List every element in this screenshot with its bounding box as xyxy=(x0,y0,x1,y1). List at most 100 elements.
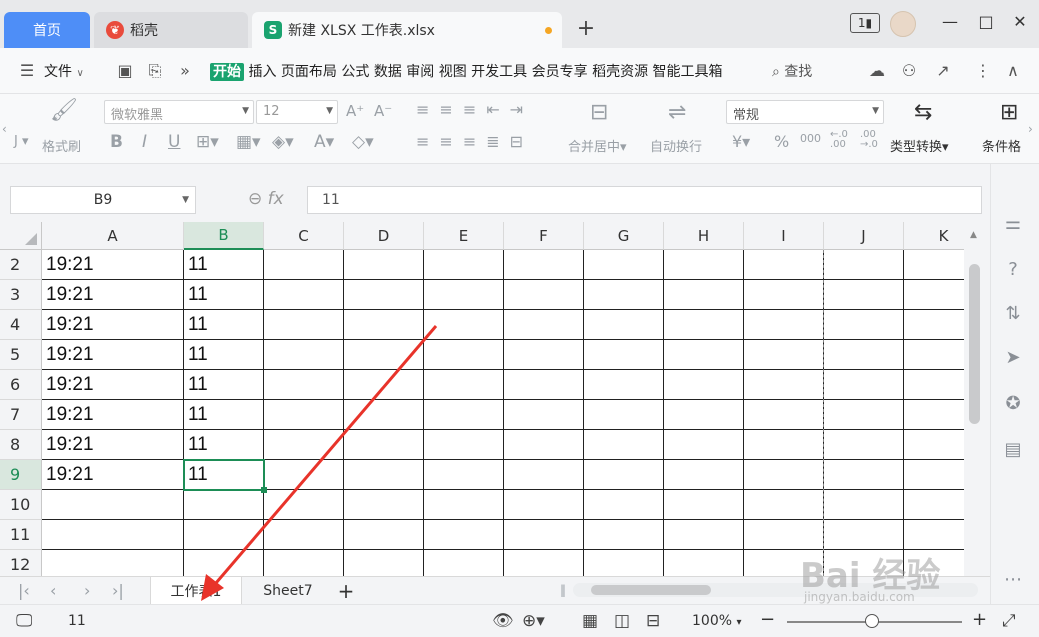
font-color-icon[interactable]: A▾ xyxy=(314,132,334,152)
search-button[interactable]: ⌕ 查找 xyxy=(772,61,812,81)
row-header[interactable]: 9 xyxy=(0,460,42,490)
cell-h7[interactable] xyxy=(664,400,744,430)
cell-k3[interactable] xyxy=(904,280,964,310)
vertical-scroll-thumb[interactable] xyxy=(969,264,980,424)
cell-d2[interactable] xyxy=(344,250,424,280)
vertical-scrollbar[interactable]: ▲ xyxy=(964,222,986,576)
cell-b8[interactable]: 11 xyxy=(184,430,264,460)
cell-g6[interactable] xyxy=(584,370,664,400)
cell-k7[interactable] xyxy=(904,400,964,430)
number-format-select[interactable]: 常规 ▼ xyxy=(726,100,884,124)
wrap-text-label[interactable]: 自动换行 xyxy=(650,136,702,155)
cell-i9[interactable] xyxy=(744,460,824,490)
cell-g9[interactable] xyxy=(584,460,664,490)
sheet-tab-sheet7[interactable]: Sheet7 xyxy=(248,577,328,605)
lightbulb-icon[interactable]: ✪ xyxy=(1001,392,1025,416)
cell-h10[interactable] xyxy=(664,490,744,520)
cell-e8[interactable] xyxy=(424,430,504,460)
column-header-i[interactable]: I xyxy=(744,222,824,250)
cell-d4[interactable] xyxy=(344,310,424,340)
column-header-f[interactable]: F xyxy=(504,222,584,250)
cell-g10[interactable] xyxy=(584,490,664,520)
cell-g11[interactable] xyxy=(584,520,664,550)
sheet-tab-1[interactable]: 工作表1 xyxy=(150,577,242,605)
column-header-j[interactable]: J xyxy=(824,222,904,250)
column-header-g[interactable]: G xyxy=(584,222,664,250)
more-chevron-icon[interactable]: » xyxy=(174,60,196,82)
ribbon-scroll-left-icon[interactable]: ‹ xyxy=(2,122,7,136)
type-convert-button[interactable]: 类型转换▾ xyxy=(890,136,949,155)
cell-g5[interactable] xyxy=(584,340,664,370)
cell-g7[interactable] xyxy=(584,400,664,430)
cell-b4[interactable]: 11 xyxy=(184,310,264,340)
cell-h5[interactable] xyxy=(664,340,744,370)
scroll-up-icon[interactable]: ▲ xyxy=(970,230,977,240)
vertical-align-icons[interactable]: ≡≡≡⇤⇥ xyxy=(416,100,533,119)
cell-d5[interactable] xyxy=(344,340,424,370)
save-icon[interactable]: ▣ xyxy=(114,60,136,82)
cell-c11[interactable] xyxy=(264,520,344,550)
ribbon-scroll-right-icon[interactable]: › xyxy=(1028,122,1033,136)
cell-a4[interactable]: 19:21 xyxy=(42,310,184,340)
cell-i10[interactable] xyxy=(744,490,824,520)
fullscreen-icon[interactable]: ⤢ xyxy=(1002,611,1016,631)
cell-f11[interactable] xyxy=(504,520,584,550)
help-icon[interactable]: ? xyxy=(1001,258,1025,282)
conditional-format-icon[interactable]: ⊞ xyxy=(1000,100,1018,125)
cell-c4[interactable] xyxy=(264,310,344,340)
cell-f9[interactable] xyxy=(504,460,584,490)
tab-start[interactable]: 开始 xyxy=(210,63,244,81)
cell-d10[interactable] xyxy=(344,490,424,520)
cell-h8[interactable] xyxy=(664,430,744,460)
cell-j6[interactable] xyxy=(824,370,904,400)
cell-f5[interactable] xyxy=(504,340,584,370)
cell-k9[interactable] xyxy=(904,460,964,490)
cell-c7[interactable] xyxy=(264,400,344,430)
cell-a2[interactable]: 19:21 xyxy=(42,250,184,280)
cell-h3[interactable] xyxy=(664,280,744,310)
tab-member[interactable]: 会员专享 xyxy=(532,64,588,80)
currency-icon[interactable]: ¥▾ xyxy=(732,132,750,151)
cell-f6[interactable] xyxy=(504,370,584,400)
tab-daoke-resources[interactable]: 稻壳资源 xyxy=(592,64,648,80)
cell-j11[interactable] xyxy=(824,520,904,550)
tab-data[interactable]: 数据 xyxy=(374,64,402,80)
cell-h11[interactable] xyxy=(664,520,744,550)
cell-b11[interactable] xyxy=(184,520,264,550)
avatar[interactable] xyxy=(890,11,916,37)
zoom-in-icon[interactable]: + xyxy=(972,609,987,630)
italic-icon[interactable]: I xyxy=(142,132,147,152)
cell-e4[interactable] xyxy=(424,310,504,340)
column-header-b[interactable]: B xyxy=(184,222,264,250)
tab-review[interactable]: 审阅 xyxy=(406,64,434,80)
cell-b2[interactable]: 11 xyxy=(184,250,264,280)
zoom-formula-icon[interactable]: ⊖ xyxy=(248,189,262,209)
cell-g4[interactable] xyxy=(584,310,664,340)
cell-c5[interactable] xyxy=(264,340,344,370)
cell-f2[interactable] xyxy=(504,250,584,280)
font-name-select[interactable]: 微软雅黑 ▼ xyxy=(104,100,254,124)
cell-a5[interactable]: 19:21 xyxy=(42,340,184,370)
cell-c10[interactable] xyxy=(264,490,344,520)
cell-c12[interactable] xyxy=(264,550,344,576)
freeze-panes-icon[interactable]: ⊕▾ xyxy=(522,611,545,631)
cell-a6[interactable]: 19:21 xyxy=(42,370,184,400)
new-tab-plus-icon[interactable]: + xyxy=(575,18,597,40)
font-shrink-icon[interactable]: A⁻ xyxy=(374,102,392,120)
cell-e9[interactable] xyxy=(424,460,504,490)
cell-d11[interactable] xyxy=(344,520,424,550)
row-header[interactable]: 10 xyxy=(0,490,42,520)
row-header[interactable]: 6 xyxy=(0,370,42,400)
maximize-icon[interactable]: □ xyxy=(974,12,998,31)
bold-icon[interactable]: B xyxy=(110,132,123,152)
sort-icon[interactable]: ⇅ xyxy=(1001,302,1025,326)
page-layout-view-icon[interactable]: ◫ xyxy=(614,611,630,631)
cell-f12[interactable] xyxy=(504,550,584,576)
cell-a8[interactable]: 19:21 xyxy=(42,430,184,460)
paste-dropdown-icon[interactable]: J ▾ xyxy=(14,134,29,149)
cell-c8[interactable] xyxy=(264,430,344,460)
cell-d9[interactable] xyxy=(344,460,424,490)
format-painter-icon[interactable]: 🖌 xyxy=(50,98,78,123)
cell-b10[interactable] xyxy=(184,490,264,520)
row-header[interactable]: 7 xyxy=(0,400,42,430)
